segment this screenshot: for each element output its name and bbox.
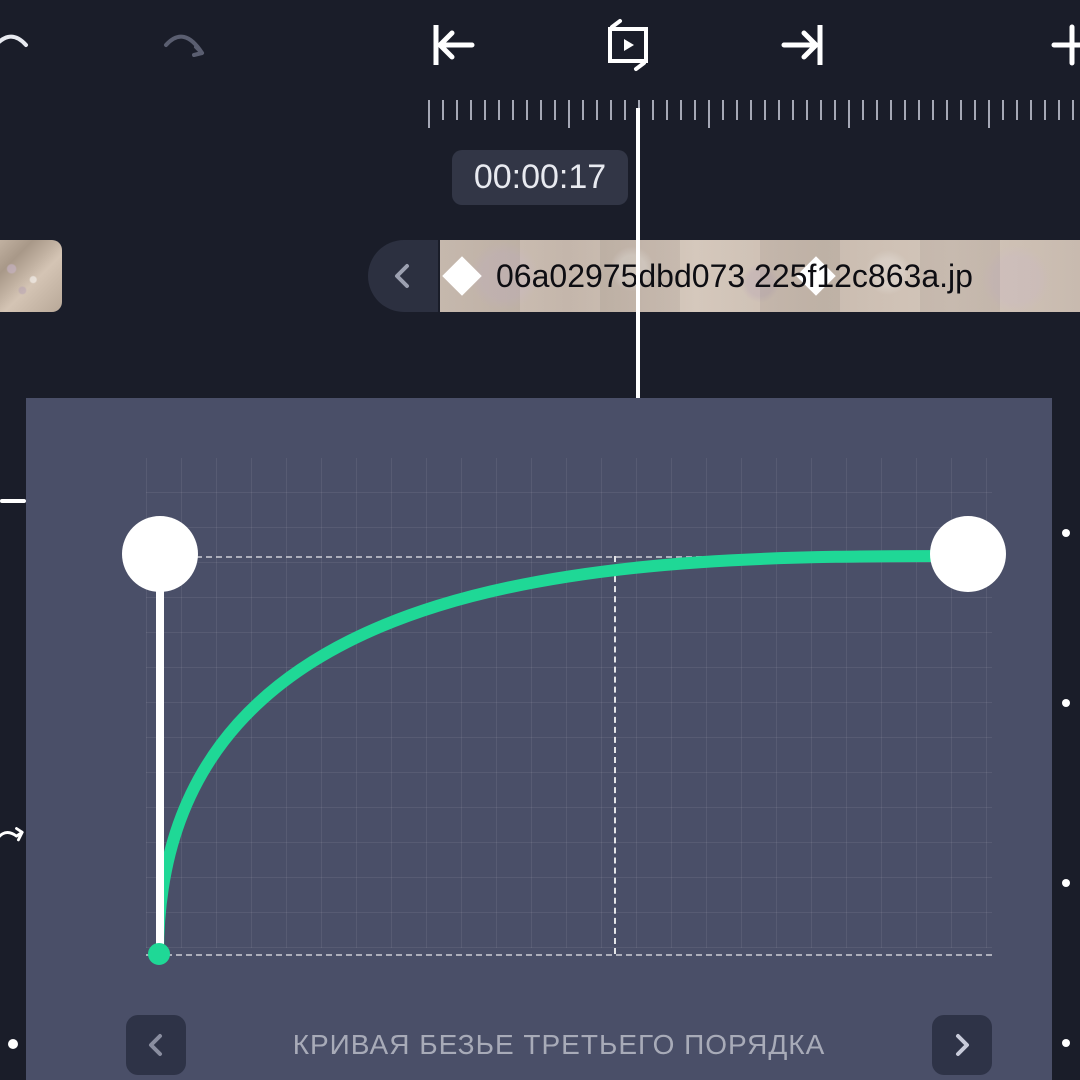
curve-start-point[interactable]	[148, 943, 170, 965]
add-button[interactable]	[1044, 17, 1080, 73]
preset-prev-button[interactable]	[126, 1015, 186, 1075]
minus-icon[interactable]	[0, 488, 26, 514]
clip-strip[interactable]: 06a02975dbd073 225f12c863a.jp	[440, 240, 1080, 312]
handle-line-left[interactable]	[156, 556, 164, 954]
curve-editor-panel: КРИВАЯ БЕЗЬЕ ТРЕТЬЕГО ПОРЯДКА	[0, 398, 1080, 1080]
curve-preset-nav: КРИВАЯ БЕЗЬЕ ТРЕТЬЕГО ПОРЯДКА	[126, 1010, 992, 1080]
clip-thumbnail[interactable]	[0, 240, 62, 312]
redo-button[interactable]	[156, 17, 212, 73]
clip-track[interactable]: 06a02975dbd073 225f12c863a.jp	[0, 240, 1080, 312]
bezier-curve	[156, 536, 976, 966]
timecode-row: 00:00:17	[0, 150, 1080, 210]
playhead[interactable]	[636, 108, 640, 398]
dot-icon[interactable]	[1052, 698, 1080, 708]
dot-icon[interactable]	[1052, 878, 1080, 888]
handle-start[interactable]	[122, 516, 198, 592]
dot-icon[interactable]	[1052, 528, 1080, 538]
goto-start-button[interactable]	[424, 17, 480, 73]
timecode-badge: 00:00:17	[452, 150, 628, 205]
curve-canvas[interactable]: КРИВАЯ БЕЗЬЕ ТРЕТЬЕГО ПОРЯДКА	[26, 398, 1052, 1080]
top-toolbar	[0, 0, 1080, 90]
clip-filename-label: 06a02975dbd073 225f12c863a.jp	[440, 258, 973, 295]
dot-icon[interactable]	[1052, 1038, 1080, 1048]
dot-icon[interactable]	[0, 1038, 26, 1050]
left-tool-strip	[0, 398, 26, 1080]
goto-end-button[interactable]	[776, 17, 832, 73]
play-loop-button[interactable]	[600, 17, 656, 73]
prev-clip-button[interactable]	[368, 240, 438, 312]
timeline-ruler[interactable]	[0, 100, 1080, 140]
right-tool-strip	[1052, 398, 1080, 1080]
curve-preset-label: КРИВАЯ БЕЗЬЕ ТРЕТЬЕГО ПОРЯДКА	[293, 1029, 826, 1061]
handle-end[interactable]	[930, 516, 1006, 592]
curve-preset-icon[interactable]	[0, 818, 26, 858]
undo-button[interactable]	[0, 17, 36, 73]
preset-next-button[interactable]	[932, 1015, 992, 1075]
